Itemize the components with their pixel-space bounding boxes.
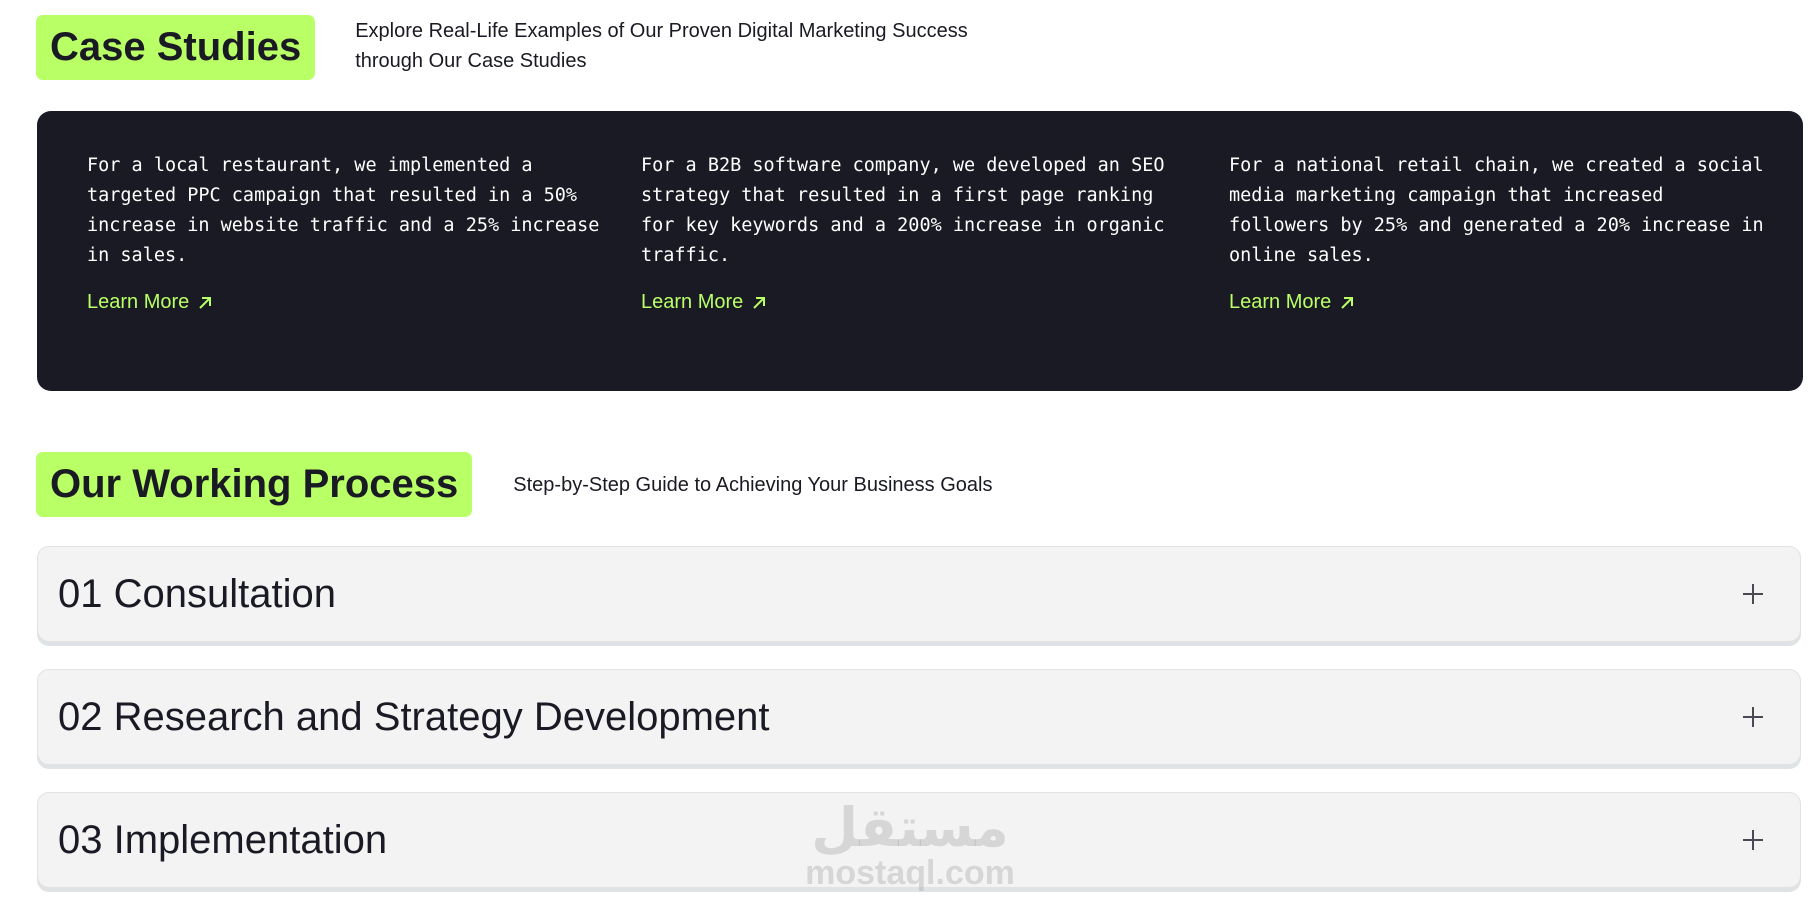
learn-more-label: Learn More	[641, 291, 744, 313]
process-step-research[interactable]: 02 Research and Strategy Development	[37, 669, 1801, 765]
learn-more-link[interactable]: Learn More	[1229, 291, 1769, 314]
case-study-2: For a B2B software company, we developed…	[641, 151, 1181, 314]
learn-more-link[interactable]: Learn More	[641, 291, 1181, 314]
case-studies-title: Case Studies	[36, 15, 316, 80]
case-studies-panel: For a local restaurant, we implemented a…	[37, 111, 1803, 391]
working-process-header: Our Working Process Step-by-Step Guide t…	[36, 452, 992, 517]
plus-icon[interactable]	[1738, 579, 1768, 609]
page: Case Studies Explore Real-Life Examples …	[0, 0, 1816, 913]
plus-icon[interactable]	[1738, 702, 1768, 732]
process-step-consultation[interactable]: 01 Consultation	[37, 546, 1801, 642]
working-process-title: Our Working Process	[36, 452, 473, 517]
case-study-1: For a local restaurant, we implemented a…	[87, 151, 627, 314]
step-title: 03 Implementation	[58, 817, 388, 862]
plus-icon[interactable]	[1738, 825, 1768, 855]
arrow-up-right-icon	[1341, 296, 1354, 309]
learn-more-label: Learn More	[87, 291, 190, 313]
step-title: 01 Consultation	[58, 571, 336, 616]
case-study-text: For a national retail chain, we created …	[1229, 155, 1764, 266]
case-study-text: For a B2B software company, we developed…	[641, 155, 1165, 266]
learn-more-link[interactable]: Learn More	[87, 291, 627, 314]
case-study-3: For a national retail chain, we created …	[1229, 151, 1769, 314]
case-studies-subtitle: Explore Real-Life Examples of Our Proven…	[355, 19, 968, 72]
process-step-implementation[interactable]: 03 Implementation	[37, 792, 1801, 888]
case-study-text: For a local restaurant, we implemented a…	[87, 155, 600, 266]
learn-more-label: Learn More	[1229, 291, 1332, 313]
case-studies-header: Case Studies Explore Real-Life Examples …	[36, 15, 1035, 80]
working-process-subtitle: Step-by-Step Guide to Achieving Your Bus…	[513, 473, 993, 496]
step-title: 02 Research and Strategy Development	[58, 694, 770, 739]
arrow-up-right-icon	[199, 296, 212, 309]
arrow-up-right-icon	[753, 296, 766, 309]
